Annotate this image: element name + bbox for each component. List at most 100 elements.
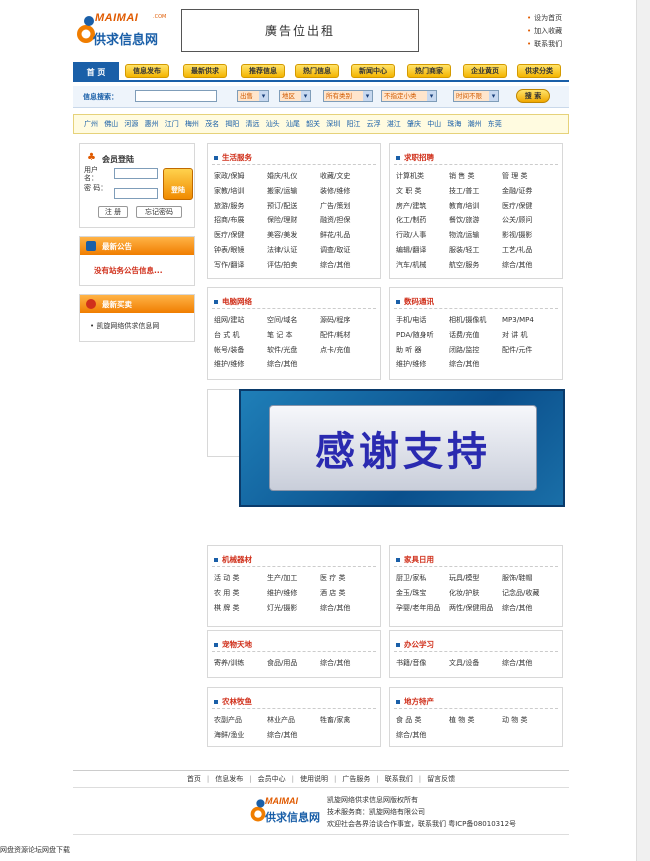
ad-banner[interactable]: 廣告位出租 <box>181 9 419 52</box>
category-link[interactable]: 食 品 类 <box>396 716 449 725</box>
category-link[interactable]: 帐号/装备 <box>214 346 267 355</box>
city-link[interactable]: 云浮 <box>367 119 381 129</box>
category-link[interactable]: 综合/其他 <box>502 604 561 613</box>
site-logo[interactable]: MAIMAI .COM 供求信息网 <box>73 10 177 50</box>
scrollbar[interactable] <box>636 0 650 861</box>
category-link[interactable]: 计算机类 <box>396 172 449 181</box>
buy-item[interactable]: • 凯旋网络供求信息网 <box>80 313 194 331</box>
category-link[interactable]: 婚庆/礼仪 <box>267 172 320 181</box>
category-link[interactable]: 源码/程序 <box>320 316 379 325</box>
city-link[interactable]: 广州 <box>84 119 98 129</box>
register-button[interactable]: 注 册 <box>98 206 128 218</box>
category-link[interactable]: 评估/拍卖 <box>267 261 320 270</box>
city-link[interactable]: 茂名 <box>205 119 219 129</box>
search-input[interactable] <box>135 90 217 102</box>
category-link[interactable]: 航空/服务 <box>449 261 502 270</box>
category-link[interactable]: 综合/其他 <box>320 261 379 270</box>
city-link[interactable]: 汕尾 <box>286 119 300 129</box>
category-link[interactable]: 食品/用品 <box>267 659 320 668</box>
category-link[interactable]: 孕婴/老年用品 <box>396 604 449 613</box>
category-link[interactable]: 维护/维修 <box>396 360 449 369</box>
category-title[interactable]: 数码通讯 <box>396 296 434 307</box>
nav-item-hot[interactable]: 热门信息 <box>295 64 339 78</box>
category-title[interactable]: 地方特产 <box>396 696 434 707</box>
city-link[interactable]: 珠海 <box>447 119 461 129</box>
category-link[interactable]: 组网/建站 <box>214 316 267 325</box>
category-link[interactable]: 综合/其他 <box>502 261 561 270</box>
category-link[interactable]: MP3/MP4 <box>502 316 561 325</box>
category-link[interactable]: 文具/设备 <box>449 659 502 668</box>
top-link-favorite[interactable]: 加入收藏 <box>527 25 562 38</box>
username-input[interactable] <box>114 168 158 179</box>
category-title[interactable]: 宠物天地 <box>214 639 252 650</box>
footer-link[interactable]: 首页 <box>187 774 201 784</box>
city-link[interactable]: 韶关 <box>306 119 320 129</box>
footer-link[interactable]: 广告服务 <box>342 774 370 784</box>
category-link[interactable]: 美容/美发 <box>267 231 320 240</box>
category-link[interactable]: 相机/摄像机 <box>449 316 502 325</box>
nav-item-merchants[interactable]: 热门商家 <box>407 64 451 78</box>
category-link[interactable]: 招商/布展 <box>214 216 267 225</box>
category-link[interactable]: 化工/制药 <box>396 216 449 225</box>
category-link[interactable]: 话费/充值 <box>449 331 502 340</box>
category-select[interactable]: 所有类别 <box>323 90 373 102</box>
category-link[interactable]: PDA/随身听 <box>396 331 449 340</box>
category-link[interactable]: 销 售 类 <box>449 172 502 181</box>
forgot-password-button[interactable]: 忘记密码 <box>136 206 182 218</box>
footer-link[interactable]: 留言反馈 <box>427 774 455 784</box>
category-link[interactable]: 钟表/眼镜 <box>214 246 267 255</box>
category-link[interactable]: 两性/保健用品 <box>449 604 502 613</box>
city-link[interactable]: 梅州 <box>185 119 199 129</box>
nav-item-recommended[interactable]: 推荐信息 <box>241 64 285 78</box>
category-link[interactable]: 教育/培训 <box>449 202 502 211</box>
category-link[interactable]: 笔 记 本 <box>267 331 320 340</box>
category-link[interactable]: 预订/配送 <box>267 202 320 211</box>
top-link-homepage[interactable]: 设为首页 <box>527 12 562 25</box>
category-link[interactable]: 空间/域名 <box>267 316 320 325</box>
category-title[interactable]: 电脑网络 <box>214 296 252 307</box>
category-link[interactable]: 综合/其他 <box>320 604 379 613</box>
category-link[interactable]: 装修/维修 <box>320 187 379 196</box>
footer-link[interactable]: 信息发布 <box>215 774 243 784</box>
login-button[interactable]: 登陆 <box>163 168 193 200</box>
category-link[interactable]: 餐饮/旅游 <box>449 216 502 225</box>
category-link[interactable]: 化妆/护肤 <box>449 589 502 598</box>
category-link[interactable]: 房产/建筑 <box>396 202 449 211</box>
category-link[interactable]: 融资/担保 <box>320 216 379 225</box>
category-link[interactable]: 厨卫/家私 <box>396 574 449 583</box>
category-link[interactable]: 综合/其他 <box>267 731 320 740</box>
category-link[interactable]: 棋 牌 类 <box>214 604 267 613</box>
category-link[interactable]: 行政/人事 <box>396 231 449 240</box>
city-link[interactable]: 河源 <box>124 119 138 129</box>
category-link[interactable]: 搬家/运输 <box>267 187 320 196</box>
category-link[interactable]: 软件/光盘 <box>267 346 320 355</box>
password-input[interactable] <box>114 188 158 199</box>
category-link[interactable]: 书籍/音像 <box>396 659 449 668</box>
category-link[interactable]: 维护/维修 <box>267 589 320 598</box>
category-link[interactable]: 对 讲 机 <box>502 331 561 340</box>
city-link[interactable]: 阳江 <box>346 119 360 129</box>
category-link[interactable]: 台 式 机 <box>214 331 267 340</box>
category-link[interactable]: 玩具/模型 <box>449 574 502 583</box>
category-link[interactable]: 影视/摄影 <box>502 231 561 240</box>
category-link[interactable]: 酒 店 类 <box>320 589 379 598</box>
category-link[interactable]: 维护/维修 <box>214 360 267 369</box>
city-link[interactable]: 佛山 <box>104 119 118 129</box>
category-link[interactable]: 助 听 器 <box>396 346 449 355</box>
category-title[interactable]: 生活服务 <box>214 152 252 163</box>
category-link[interactable]: 文 职 类 <box>396 187 449 196</box>
footer-link[interactable]: 会员中心 <box>258 774 286 784</box>
city-link[interactable]: 湛江 <box>387 119 401 129</box>
category-link[interactable]: 农副产品 <box>214 716 267 725</box>
category-link[interactable]: 物流/运输 <box>449 231 502 240</box>
footer-link[interactable]: 使用说明 <box>300 774 328 784</box>
category-link[interactable]: 农 用 类 <box>214 589 267 598</box>
category-link[interactable]: 生产/加工 <box>267 574 320 583</box>
search-button[interactable]: 搜 索 <box>516 89 550 103</box>
city-link[interactable]: 潮州 <box>468 119 482 129</box>
category-link[interactable]: 综合/其他 <box>449 360 502 369</box>
city-link[interactable]: 中山 <box>427 119 441 129</box>
nav-item-latest[interactable]: 最新供求 <box>183 64 227 78</box>
category-link[interactable]: 收藏/文史 <box>320 172 379 181</box>
type-select[interactable]: 出售 <box>237 90 269 102</box>
